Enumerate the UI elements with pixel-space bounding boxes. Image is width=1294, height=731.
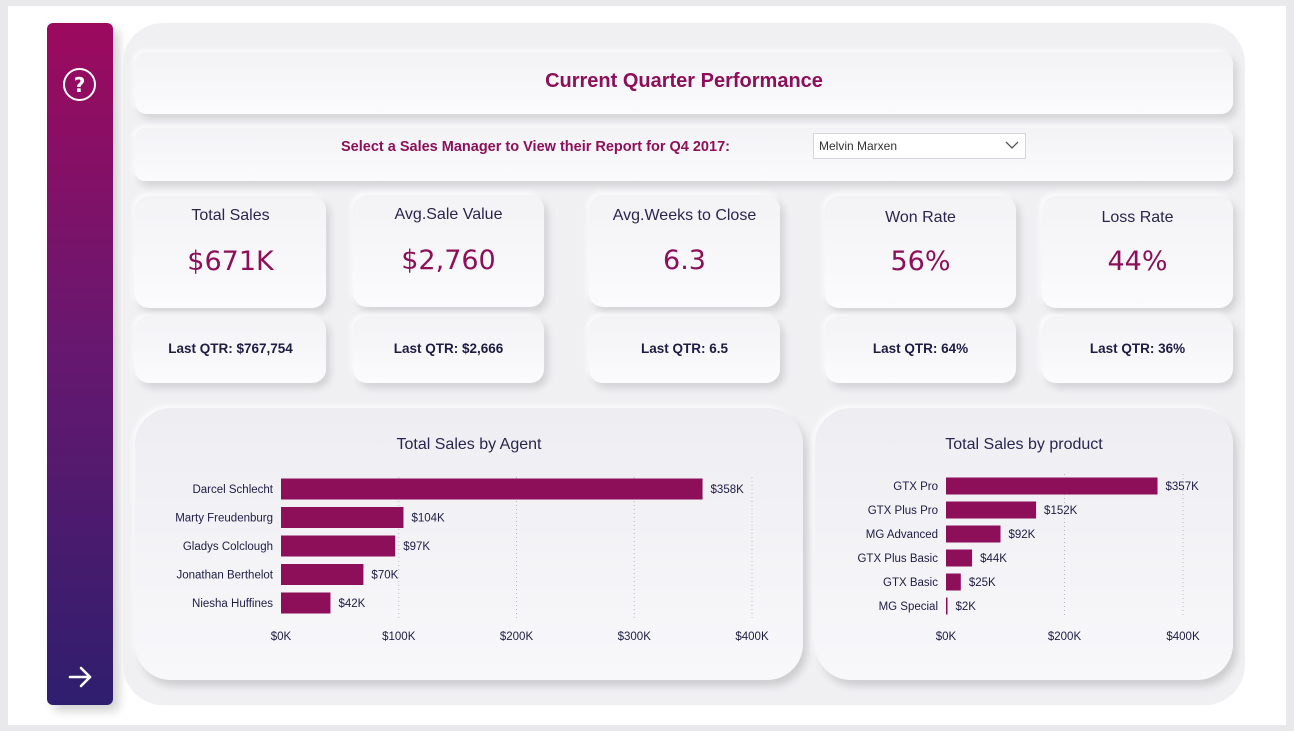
bar [281,592,331,614]
category-label: Niesha Huffines [192,598,273,610]
chevron-down-icon[interactable] [1005,140,1019,150]
category-label: Gladys Colclough [183,541,273,553]
agent-sales-bar-chart: $0K $100K $200K $300K $400K Darcel Schlecht $3… [175,477,769,643]
last-qtr-card-total-sales: Last QTR: $767,754 [135,316,326,383]
last-qtr-label: Last QTR: $2,666 [393,341,504,356]
x-tick-label: $100K [382,631,416,643]
kpi-card-total-sales: Total Sales $671K [135,196,326,308]
page-title: Current Quarter Performance [545,70,823,92]
kpi-label: Avg.Weeks to Close [612,207,757,224]
last-qtr-label: Last QTR: 36% [1089,341,1186,356]
category-label: Marty Freudenburg [175,513,273,525]
kpi-card-avg-weeks-to-close: Avg.Weeks to Close 6.3 [589,195,780,307]
sidebar: ? [47,23,113,705]
question-circle-icon[interactable]: ? [63,68,96,101]
data-label: $358K [711,484,745,496]
bar [946,573,961,591]
x-tick-label: $200K [500,631,534,643]
manager-filter-card: Select a Sales Manager to View their Rep… [135,128,1233,181]
last-qtr-card-loss-rate: Last QTR: 36% [1042,316,1233,383]
product-sales-bar-chart: $0K $200K $400K GTX Pro $357K GTX Plus Pro $15… [857,474,1200,643]
kpi-label: Loss Rate [1101,209,1174,226]
category-label: MG Advanced [866,529,938,541]
kpi-label: Avg.Sale Value [394,206,503,223]
bar [281,478,703,500]
x-tick-label: $0K [271,631,292,643]
kpi-label: Won Rate [885,209,956,226]
category-label: GTX Plus Basic [857,553,938,565]
data-label: $104K [411,513,445,525]
bar [946,597,948,615]
kpi-value: 56% [890,246,951,277]
x-tick-label: $200K [1048,631,1082,643]
last-qtr-label: Last QTR: $767,754 [168,341,293,356]
data-label: $2K [956,601,977,613]
x-tick-label: $400K [735,631,769,643]
category-label: Jonathan Berthelot [176,570,273,582]
data-label: $152K [1044,505,1078,517]
bar [946,477,1158,495]
last-qtr-label: Last QTR: 64% [872,341,969,356]
bar [281,535,396,557]
kpi-card-avg-sale-value: Avg.Sale Value $2,760 [353,195,544,307]
manager-dropdown[interactable]: Melvin Marxen [813,133,1026,159]
bar [946,549,973,567]
category-label: GTX Pro [893,481,938,493]
last-qtr-card-won-rate: Last QTR: 64% [825,316,1016,383]
category-label: Darcel Schlecht [192,484,273,496]
data-label: $97K [403,541,430,553]
data-label: $42K [338,598,365,610]
kpi-value: 6.3 [663,245,706,276]
last-qtr-label: Last QTR: 6.5 [640,341,729,356]
x-tick-label: $0K [936,631,957,643]
bar [281,507,404,528]
bar [281,564,364,585]
data-label: $44K [980,553,1007,565]
category-label: GTX Basic [883,577,938,589]
last-qtr-card-avg-sale-value: Last QTR: $2,666 [353,316,544,383]
dropdown-selected-value: Melvin Marxen [819,139,898,153]
x-tick-label: $400K [1166,631,1200,643]
x-tick-label: $300K [618,631,652,643]
kpi-label: Total Sales [191,207,270,224]
product-sales-chart-card: Total Sales by product $0K $200K $400K GTX … [815,408,1233,680]
category-label: MG Special [879,601,938,613]
bar [946,501,1037,519]
data-label: $70K [371,570,398,582]
kpi-card-won-rate: Won Rate 56% [825,196,1016,308]
data-label: $357K [1166,481,1200,493]
kpi-value: $671K [187,246,274,277]
kpi-value: 44% [1107,246,1168,277]
agent-sales-chart-card: Total Sales by Agent $0K $100K $200K $300K $… [135,408,803,680]
kpi-card-loss-rate: Loss Rate 44% [1042,196,1233,308]
last-qtr-card-avg-weeks: Last QTR: 6.5 [589,316,780,383]
category-label: GTX Plus Pro [868,505,938,517]
bar [946,525,1001,543]
title-card: Current Quarter Performance [135,52,1233,114]
filter-label: Select a Sales Manager to View their Rep… [341,139,730,155]
kpi-value: $2,760 [401,245,496,276]
data-label: $92K [1009,529,1036,541]
data-label: $25K [969,577,996,589]
arrow-right-icon[interactable] [67,663,95,691]
